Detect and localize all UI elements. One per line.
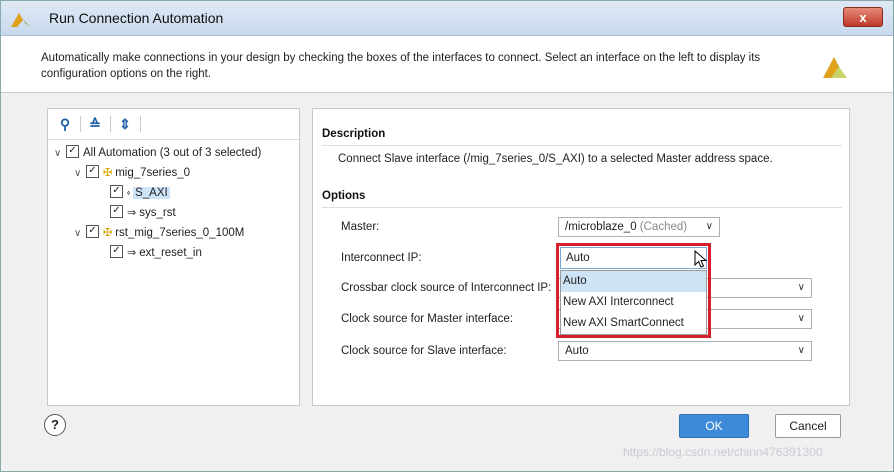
connection-automation-dialog: Run Connection Automation x Automaticall… (0, 0, 894, 472)
master-label: Master: (341, 221, 380, 233)
cancel-button[interactable]: Cancel (775, 414, 841, 438)
bus-interface-icon: ⬫ (127, 187, 131, 199)
tree-item-label: S_AXI (133, 187, 170, 199)
slave-clock-label: Clock source for Slave interface: (341, 345, 507, 357)
toolbar-divider (140, 116, 141, 132)
window-title: Run Connection Automation (49, 10, 224, 26)
header-banner: Automatically make connections in your d… (1, 36, 893, 93)
interface-tree-panel: ⚲ ≙ ⇕ ∨ ✓ All Automation (3 out of 3 selec… (47, 108, 300, 406)
checkbox[interactable]: ✓ (110, 185, 123, 199)
checkbox[interactable]: ✓ (110, 205, 123, 219)
tree-item-rst-mig[interactable]: ∨ ✓ ✠ rst_mig_7series_0_100M (74, 223, 244, 243)
tree-item-mig[interactable]: ∨ ✓ ✠ mig_7series_0 (74, 163, 190, 183)
divider (322, 207, 842, 208)
slave-clock-value: Auto (565, 345, 589, 357)
tree-item-ext-reset[interactable]: ✓ ⇒ ext_reset_in (110, 243, 202, 263)
checkbox[interactable]: ✓ (86, 225, 99, 239)
master-select[interactable]: /microblaze_0 (Cached) ∨ (558, 217, 720, 237)
help-button[interactable]: ? (44, 414, 66, 436)
chevron-down-icon: ∨ (797, 345, 805, 356)
tree-item-all-automation[interactable]: ∨ ✓ All Automation (3 out of 3 selected) (54, 143, 261, 163)
tree-toolbar: ⚲ ≙ ⇕ (48, 109, 299, 140)
header-description: Automatically make connections in your d… (41, 52, 761, 80)
slave-clock-select[interactable]: Auto ∨ (558, 341, 812, 361)
checkbox[interactable]: ✓ (86, 165, 99, 179)
tree-item-s-axi[interactable]: ✓ ⬫ S_AXI (110, 183, 170, 203)
chevron-down-icon: ∨ (797, 282, 805, 293)
chevron-down-icon: ∨ (797, 313, 805, 324)
watermark-text: https://blog.csdn.net/chinn476391300 (623, 445, 823, 459)
checkbox[interactable]: ✓ (110, 245, 123, 259)
tree-item-label: mig_7series_0 (115, 167, 191, 179)
port-icon: ⇒ (127, 207, 137, 219)
master-note: (Cached) (639, 221, 688, 233)
master-value: /microblaze_0 (565, 221, 637, 233)
search-icon[interactable]: ⚲ (56, 115, 74, 133)
tree-item-label: sys_rst (139, 207, 176, 219)
master-clock-label: Clock source for Master interface: (341, 313, 513, 325)
vivado-brand-icon (823, 57, 847, 78)
checkbox[interactable]: ✓ (66, 145, 79, 159)
toolbar-divider (110, 116, 111, 132)
tree-item-label: ext_reset_in (139, 247, 202, 259)
expand-arrow-icon[interactable]: ∨ (74, 224, 86, 244)
ok-button[interactable]: OK (679, 414, 749, 438)
expand-arrow-icon[interactable]: ∨ (74, 164, 86, 184)
description-text: Connect Slave interface (/mig_7series_0/… (338, 153, 773, 165)
port-icon: ⇒ (127, 247, 137, 259)
chevron-down-icon: ∨ (705, 221, 713, 232)
collapse-all-icon[interactable]: ≙ (86, 115, 104, 133)
highlight-outline (556, 243, 711, 338)
title-bar[interactable]: Run Connection Automation x (1, 1, 893, 36)
toolbar-divider (80, 116, 81, 132)
tree-item-sys-rst[interactable]: ✓ ⇒ sys_rst (110, 203, 176, 223)
interconnect-label: Interconnect IP: (341, 252, 422, 264)
crossbar-clock-label: Crossbar clock source of Interconnect IP… (341, 282, 552, 294)
options-heading: Options (322, 190, 366, 202)
tree-item-label: rst_mig_7series_0_100M (115, 227, 245, 239)
expand-all-icon[interactable]: ⇕ (116, 115, 134, 133)
close-button[interactable]: x (843, 7, 883, 27)
ip-block-icon: ✠ (103, 167, 113, 179)
description-heading: Description (322, 128, 386, 140)
tree-item-label: All Automation (3 out of 3 selected) (83, 147, 262, 159)
vivado-logo-icon (11, 13, 31, 27)
ip-block-icon: ✠ (103, 227, 113, 239)
divider (322, 145, 842, 146)
expand-arrow-icon[interactable]: ∨ (54, 144, 66, 164)
mouse-pointer-icon (694, 250, 708, 268)
